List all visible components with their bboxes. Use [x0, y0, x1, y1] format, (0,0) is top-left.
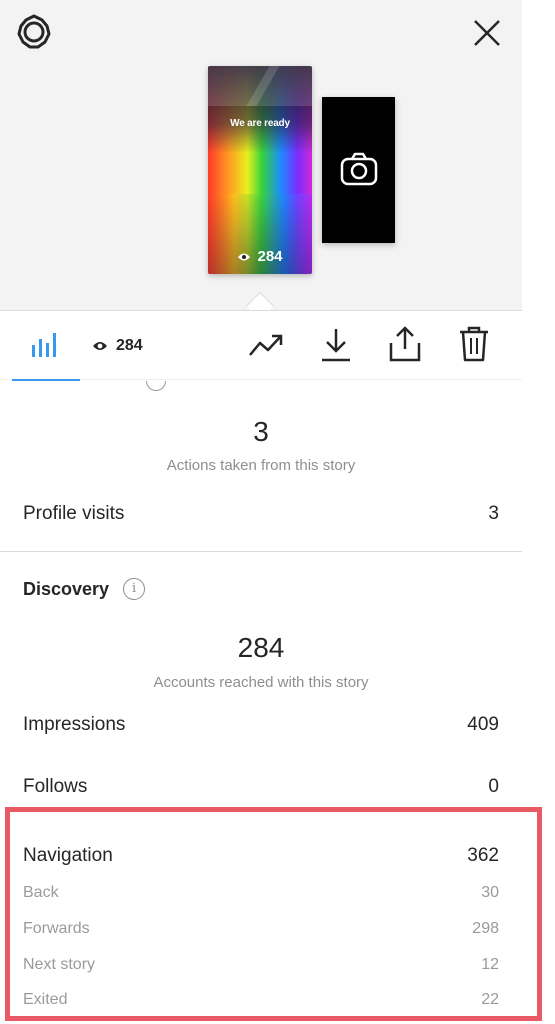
follows-row: Follows 0	[23, 776, 499, 798]
add-story-card[interactable]	[322, 97, 395, 243]
actions-count: 3	[253, 416, 269, 447]
close-icon[interactable]	[470, 16, 504, 50]
camera-icon	[340, 152, 378, 186]
share-button[interactable]	[388, 325, 422, 368]
profile-visits-row: Profile visits 3	[23, 503, 499, 525]
follows-label: Follows	[23, 776, 88, 797]
info-icon[interactable]: i	[123, 578, 146, 600]
trash-icon	[460, 326, 488, 362]
impressions-label: Impressions	[23, 714, 126, 735]
download-icon	[322, 329, 350, 362]
discovery-title: Discovery	[23, 578, 110, 599]
impressions-value: 409	[467, 714, 499, 735]
bar-chart-icon	[32, 333, 56, 357]
follows-value: 0	[488, 776, 499, 797]
story-view-number: 284	[257, 248, 283, 265]
impressions-row: Impressions 409	[23, 714, 499, 736]
actions-label: Actions taken from this story	[166, 457, 356, 474]
download-button[interactable]	[320, 327, 352, 368]
info-icon	[146, 381, 166, 391]
viewers-count: 284	[116, 337, 143, 354]
reach-count: 284	[237, 632, 285, 663]
reach-label: Accounts reached with this story	[153, 674, 369, 691]
navigation-highlight-box	[5, 807, 542, 1021]
story-caption: We are ready	[230, 118, 290, 129]
tab-insights[interactable]	[12, 311, 80, 381]
discovery-header: Discovery i	[23, 578, 146, 600]
profile-visits-label: Profile visits	[23, 503, 125, 524]
gear-icon[interactable]	[16, 14, 52, 50]
eye-icon	[237, 249, 251, 266]
story-view-count: 284	[208, 248, 312, 266]
eye-icon	[93, 342, 107, 350]
section-divider	[0, 551, 522, 552]
trending-icon	[249, 334, 283, 356]
delete-button[interactable]	[458, 325, 490, 368]
tab-viewers[interactable]: 284	[92, 333, 143, 359]
story-thumbnail[interactable]: We are ready 284	[208, 66, 312, 274]
share-icon	[389, 326, 421, 362]
story-toolbar: 284	[0, 310, 522, 381]
profile-visits-value: 3	[488, 503, 499, 524]
promote-button[interactable]	[248, 331, 284, 364]
